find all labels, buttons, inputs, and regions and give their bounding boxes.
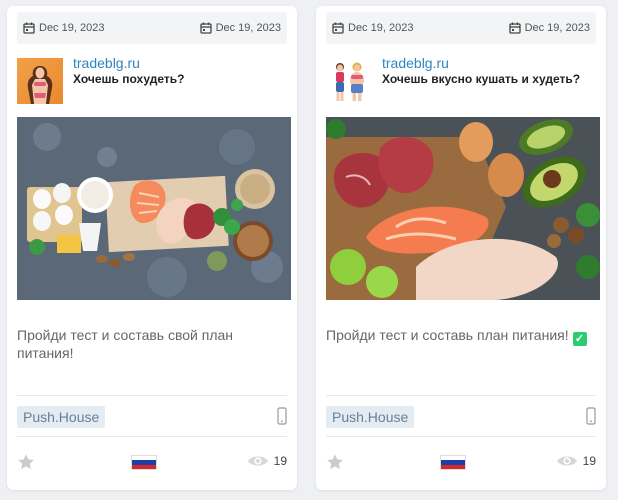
brand-link[interactable]: tradeblg.ru xyxy=(73,55,140,71)
divider xyxy=(326,436,596,437)
brand-link[interactable]: tradeblg.ru xyxy=(382,55,449,71)
ad-description-text: Пройди тест и составь план питания! xyxy=(326,327,573,343)
end-date: Dec 19, 2023 xyxy=(508,22,590,34)
ad-description: Пройди тест и составь план питания! ✓ xyxy=(326,326,600,346)
calendar-icon xyxy=(508,22,521,34)
phone-icon xyxy=(277,407,287,425)
views-count: 19 xyxy=(556,454,596,468)
calendar-icon xyxy=(332,22,344,34)
eye-icon xyxy=(556,456,577,466)
ad-card[interactable]: Dec 19, 2023 Dec 19, 2023 tradeblg.ru Хо… xyxy=(316,6,606,490)
network-badge[interactable]: Push.House xyxy=(17,406,106,428)
start-date-text: Dec 19, 2023 xyxy=(348,22,414,34)
ad-image[interactable] xyxy=(326,117,600,300)
star-icon[interactable] xyxy=(326,453,344,471)
date-range: Dec 19, 2023 Dec 19, 2023 xyxy=(326,12,596,44)
ad-title: Хочешь похудеть? xyxy=(73,72,185,86)
russia-flag-icon xyxy=(440,455,466,470)
start-date: Dec 19, 2023 xyxy=(23,22,104,34)
divider xyxy=(17,395,287,396)
ad-card[interactable]: Dec 19, 2023 Dec 19, 2023 tradeblg.ru Хо… xyxy=(7,6,297,490)
check-mark-icon: ✓ xyxy=(572,332,587,346)
ad-icon xyxy=(17,58,63,104)
ad-description: Пройди тест и составь свой план питания! xyxy=(17,326,291,362)
end-date-text: Dec 19, 2023 xyxy=(524,22,590,34)
ad-image[interactable] xyxy=(17,117,291,300)
start-date: Dec 19, 2023 xyxy=(332,22,413,34)
ad-header: tradeblg.ru Хочешь вкусно кушать и худет… xyxy=(326,55,596,106)
views-number: 19 xyxy=(273,454,287,468)
calendar-icon xyxy=(199,22,212,34)
date-range: Dec 19, 2023 Dec 19, 2023 xyxy=(17,12,287,44)
end-date: Dec 19, 2023 xyxy=(199,22,281,34)
russia-flag-icon xyxy=(131,455,157,470)
divider xyxy=(326,395,596,396)
views-number: 19 xyxy=(582,454,596,468)
start-date-text: Dec 19, 2023 xyxy=(39,22,105,34)
star-icon[interactable] xyxy=(17,453,35,471)
views-count: 19 xyxy=(247,454,287,468)
ad-description-text: Пройди тест и составь свой план питания! xyxy=(17,327,234,361)
phone-icon xyxy=(586,407,596,425)
calendar-icon xyxy=(23,22,35,34)
divider xyxy=(17,436,287,437)
ad-header: tradeblg.ru Хочешь похудеть? xyxy=(17,55,287,106)
ad-title: Хочешь вкусно кушать и худеть? xyxy=(382,72,581,86)
eye-icon xyxy=(247,456,268,466)
network-badge[interactable]: Push.House xyxy=(326,406,415,428)
ad-icon xyxy=(326,58,372,104)
end-date-text: Dec 19, 2023 xyxy=(215,22,281,34)
